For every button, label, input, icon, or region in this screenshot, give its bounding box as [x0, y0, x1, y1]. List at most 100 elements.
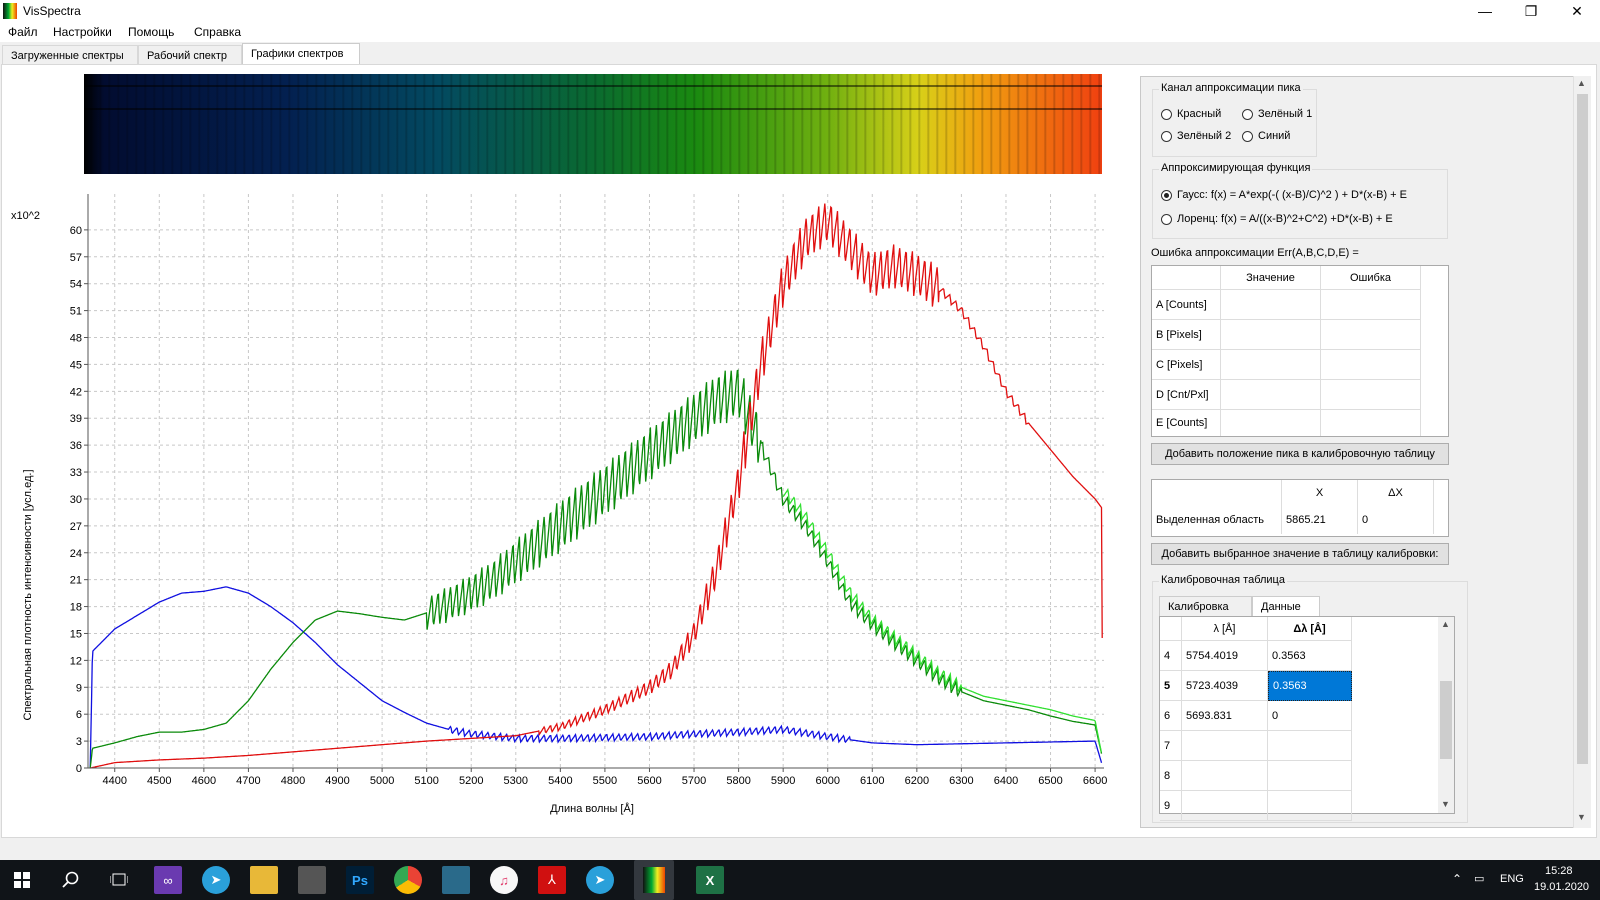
x-tick-label: 4500 — [147, 775, 171, 787]
param-error-cell[interactable] — [1321, 380, 1421, 410]
app-icon[interactable] — [442, 866, 470, 894]
radio-red-label: Красный — [1177, 108, 1222, 120]
calib-dlambda-cell[interactable] — [1268, 791, 1352, 821]
scroll-down-icon[interactable]: ▼ — [1577, 812, 1586, 822]
itunes-icon[interactable]: ♫ — [490, 866, 518, 894]
app-icon[interactable] — [298, 866, 326, 894]
windows-start-icon[interactable] — [8, 866, 36, 894]
approximation-panel: Канал аппроксимации пика Красный Зелёный… — [1140, 76, 1574, 828]
chrome-icon[interactable] — [394, 866, 422, 894]
telegram-icon[interactable]: ➤ — [202, 866, 230, 894]
tab-working-spectrum[interactable]: Рабочий спектр — [138, 45, 242, 65]
radio-blue[interactable]: Синий — [1242, 130, 1290, 142]
calibration-group-title: Калибровочная таблица — [1159, 574, 1287, 586]
visspectra-taskbar-icon[interactable] — [634, 860, 674, 900]
calib-dlambda-cell[interactable] — [1268, 731, 1352, 761]
x-tick-label: 5200 — [459, 775, 483, 787]
menu-settings[interactable]: Настройки — [53, 25, 112, 39]
x-tick-label: 4900 — [325, 775, 349, 787]
radio-gauss[interactable]: Гаусс: f(x) = A*exp(-( (x-B)/C)^2 ) + D*… — [1161, 189, 1407, 201]
radio-lorentz[interactable]: Лоренц: f(x) = A/((x-B)^2+C^2) +D*(x-B) … — [1161, 213, 1393, 225]
calib-scrollbar[interactable]: ▲ ▼ — [1438, 617, 1454, 813]
selection-x-cell[interactable]: 5865.21 — [1282, 506, 1358, 534]
menu-file[interactable]: Файл — [8, 25, 38, 39]
menu-reference[interactable]: Справка — [194, 25, 241, 39]
telegram-icon[interactable]: ➤ — [586, 866, 614, 894]
x-tick-label: 5500 — [593, 775, 617, 787]
spectrum-chart[interactable]: x10^2 Длина волны [Å] Спектральная плотн… — [0, 190, 1110, 830]
panel-scrollbar[interactable]: ▲ ▼ — [1573, 76, 1591, 828]
excel-icon[interactable]: X — [696, 866, 724, 894]
param-value-cell[interactable] — [1221, 320, 1321, 350]
calibration-table[interactable]: λ [Å] Δλ [Å] 4 5754.4019 0.3563 5 5723.4039 0… — [1159, 616, 1455, 821]
selection-header-dx: ΔX — [1358, 480, 1434, 506]
tab-loaded-spectra[interactable]: Загруженные спектры — [2, 45, 138, 65]
scroll-up-icon[interactable]: ▲ — [1577, 78, 1586, 88]
scroll-up-icon[interactable]: ▲ — [1441, 619, 1450, 629]
menu-help[interactable]: Помощь — [128, 25, 174, 39]
calib-dlambda-cell[interactable]: 0.3563 — [1268, 641, 1352, 671]
param-error-cell[interactable] — [1321, 350, 1421, 380]
calib-dlambda-cell[interactable]: 0.3563 — [1268, 671, 1352, 701]
file-explorer-icon[interactable] — [250, 866, 278, 894]
radio-green2-label: Зелёный 2 — [1177, 130, 1232, 142]
acrobat-icon[interactable]: ⅄ — [538, 866, 566, 894]
param-error-cell[interactable] — [1321, 320, 1421, 350]
spectrum-dark-line — [84, 85, 1102, 87]
minimize-button[interactable]: — — [1462, 0, 1508, 22]
y-tick-label: 9 — [76, 682, 82, 694]
radio-lorentz-label: Лоренц: f(x) = A/((x-B)^2+C^2) +D*(x-B) … — [1177, 213, 1393, 225]
calib-scroll-thumb[interactable] — [1440, 681, 1452, 759]
x-tick-label: 6600 — [1083, 775, 1107, 787]
y-multiplier-label: x10^2 — [11, 210, 40, 222]
clock-date[interactable]: 19.01.2020 — [1534, 881, 1589, 893]
search-icon[interactable] — [57, 866, 85, 894]
tab-spectra-plots[interactable]: Графики спектров — [242, 43, 360, 66]
x-tick-label: 5800 — [726, 775, 750, 787]
calib-lambda-cell[interactable]: 5723.4039 — [1182, 671, 1268, 701]
series-line-green — [89, 369, 1103, 769]
radio-green1[interactable]: Зелёный 1 — [1242, 108, 1312, 120]
tab-calibration[interactable]: Калибровка — [1159, 596, 1252, 616]
add-selected-button[interactable]: Добавить выбранное значение в таблицу ка… — [1151, 543, 1449, 565]
task-view-icon[interactable] — [105, 866, 133, 894]
radio-dot — [1161, 213, 1172, 225]
param-row-label: E [Counts] — [1152, 410, 1221, 436]
calib-lambda-cell[interactable] — [1182, 731, 1268, 761]
radio-dot-selected — [1161, 189, 1172, 201]
radio-green2[interactable]: Зелёный 2 — [1161, 130, 1231, 142]
maximize-button[interactable]: ❐ — [1508, 0, 1554, 22]
calib-dlambda-cell[interactable] — [1268, 761, 1352, 791]
param-row-label: B [Pixels] — [1152, 320, 1221, 350]
battery-icon[interactable]: ▭ — [1474, 872, 1484, 885]
param-value-cell[interactable] — [1221, 410, 1321, 436]
add-peak-button[interactable]: Добавить положение пика в калибровочную … — [1151, 443, 1449, 465]
visual-studio-icon[interactable]: ∞ — [154, 866, 182, 894]
tray-chevron-icon[interactable]: ⌃ — [1452, 872, 1462, 886]
clock-time[interactable]: 15:28 — [1545, 865, 1573, 877]
calib-lambda-cell[interactable] — [1182, 791, 1268, 821]
tab-data[interactable]: Данные — [1252, 596, 1320, 616]
scroll-down-icon[interactable]: ▼ — [1441, 799, 1450, 809]
param-value-cell[interactable] — [1221, 380, 1321, 410]
radio-red[interactable]: Красный — [1161, 108, 1221, 120]
calib-row-number: 8 — [1160, 761, 1182, 791]
calib-lambda-cell[interactable] — [1182, 761, 1268, 791]
param-value-cell[interactable] — [1221, 350, 1321, 380]
calib-row-number: 9 — [1160, 791, 1182, 821]
param-table[interactable]: Значение Ошибка A [Counts] B [Pixels] C … — [1151, 265, 1449, 437]
y-tick-label: 60 — [70, 225, 82, 237]
language-indicator[interactable]: ENG — [1500, 873, 1524, 885]
param-value-cell[interactable] — [1221, 290, 1321, 320]
selection-table[interactable]: X ΔX Выделенная область 5865.21 0 — [1151, 479, 1449, 537]
panel-scroll-thumb[interactable] — [1577, 94, 1588, 764]
calib-lambda-cell[interactable]: 5693.831 — [1182, 701, 1268, 731]
param-error-cell[interactable] — [1321, 290, 1421, 320]
calib-lambda-cell[interactable]: 5754.4019 — [1182, 641, 1268, 671]
param-error-cell[interactable] — [1321, 410, 1421, 436]
x-tick-label: 6300 — [949, 775, 973, 787]
calib-dlambda-cell[interactable]: 0 — [1268, 701, 1352, 731]
photoshop-icon[interactable]: Ps — [346, 866, 374, 894]
selection-dx-cell[interactable]: 0 — [1358, 506, 1434, 534]
close-button[interactable]: ✕ — [1554, 0, 1600, 22]
